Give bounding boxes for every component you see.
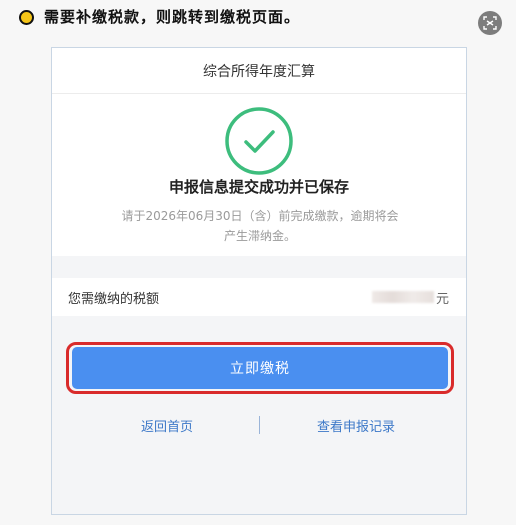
instruction-bar: 需要补缴税款，则跳转到缴税页面。: [0, 0, 516, 40]
tax-amount-value-redacted: [372, 291, 434, 303]
payment-deadline-notice: 请于2026年06月30日（含）前完成缴款，逾期将会 产生滞纳金。: [80, 206, 440, 246]
tax-amount-label: 您需缴纳的税额: [68, 292, 160, 307]
tax-amount-unit: 元: [436, 292, 450, 307]
success-title: 申报信息提交成功并已保存: [168, 178, 349, 196]
phone-screen: 综合所得年度汇算 申报信息提交成功并已保存 请于2026年06月30日（含）前完…: [51, 47, 467, 515]
check-circle-icon: [224, 106, 294, 176]
instruction-text: 需要补缴税款，则跳转到缴税页面。: [44, 8, 301, 26]
tax-amount-row: 您需缴纳的税额 元: [52, 278, 466, 316]
view-records-link[interactable]: 查看申报记录: [296, 416, 416, 435]
circle-bullet-icon: [19, 10, 34, 25]
notice-line-1: 请于2026年06月30日（含）前完成缴款，逾期将会: [121, 209, 399, 223]
link-divider: [259, 416, 260, 434]
notice-line-2: 产生滞纳金。: [223, 229, 296, 243]
scan-icon[interactable]: [478, 11, 502, 35]
back-to-home-link[interactable]: 返回首页: [112, 416, 222, 435]
section-divider: [52, 256, 466, 278]
pay-now-button[interactable]: 立即缴税: [72, 347, 448, 389]
page-title: 综合所得年度汇算: [52, 48, 466, 94]
